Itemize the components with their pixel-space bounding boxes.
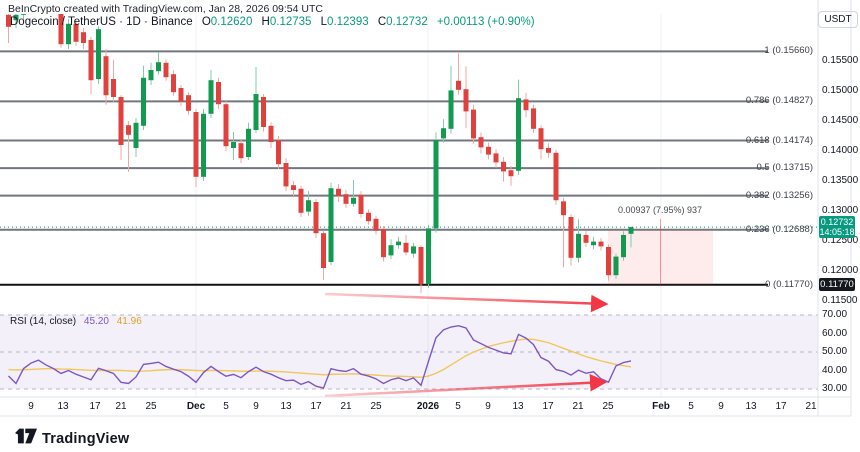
price-axis-label: 0.15000 [822,85,858,96]
rsi-legend: RSI (14, close) 45.20 41.96 [10,316,142,327]
candle-body[interactable] [81,32,86,43]
fib-label: 0.786 (0.14827) [0,95,813,106]
price-axis-label: 0.13500 [822,175,858,186]
candle-body[interactable] [171,74,176,92]
rsi-axis-label: 70.00 [822,309,847,320]
candle-body[interactable] [104,56,109,95]
time-axis-label: 25 [129,401,173,412]
tradingview-logo-icon [15,428,37,449]
candles-group [6,0,634,293]
time-axis-label: 25 [354,401,398,412]
change-value: +0.00113 (+0.90%) [437,16,535,28]
candle-body[interactable] [546,148,551,153]
current-price-value: 0.12732 [819,217,855,227]
price-axis-label: 0.12000 [822,265,858,276]
tradingview-chart-window: BeInCrypto created with TradingView.com,… [0,0,860,452]
candle-body[interactable] [321,233,326,268]
candle-body[interactable] [621,235,626,257]
high-value: 0.12735 [270,16,312,28]
price-axis-label: 0.11500 [822,295,857,306]
candle-body[interactable] [456,81,461,90]
candle-body[interactable] [614,257,619,276]
rsi-axis-label: 60.00 [822,328,847,339]
fib-label: 0.382 (0.13256) [0,190,813,201]
symbol-bar: Dogecoin / TetherUS · 1D · Binance O0.12… [10,16,535,28]
candle-body[interactable] [389,245,394,255]
candle-body[interactable] [156,62,161,71]
candle-body[interactable] [434,140,439,228]
rsi-axis-label: 40.00 [822,365,847,376]
symbol-title[interactable]: Dogecoin / TetherUS · 1D · Binance [10,16,193,28]
rsi-axis-label: 50.00 [822,346,847,357]
candle-body[interactable] [486,147,491,155]
price-axis-label: 0.13000 [822,205,858,216]
candle-body[interactable] [396,242,401,246]
tradingview-logo-text: TradingView [42,431,129,447]
candle-body[interactable] [306,200,311,211]
candle-body[interactable] [494,153,499,162]
candle-body[interactable] [411,246,416,253]
candle-body[interactable] [584,235,589,243]
candle-body[interactable] [126,125,131,135]
candle-body[interactable] [29,0,34,2]
candle-body[interactable] [111,79,116,97]
tradingview-attribution[interactable]: TradingView [15,428,129,449]
candle-body[interactable] [21,2,26,15]
price-axis-label: 0.14500 [822,115,858,126]
rsi-axis-label: 30.00 [822,383,847,394]
price-axis-label: 0.15500 [822,55,858,66]
candle-body[interactable] [606,247,611,275]
fib-label: 0.618 (0.14174) [0,135,813,146]
projection-label: 0.00937 (7.95%) 937 [590,205,730,215]
candle-body[interactable] [599,242,604,247]
price-axis-label: 0.14000 [822,145,858,156]
candle-body[interactable] [404,243,409,253]
bar-countdown: 14:05:18 [819,227,855,237]
candle-body[interactable] [51,0,56,6]
open-label: O [202,16,211,28]
current-price-badge: 0.12732 14:05:18 [819,216,855,238]
fib-label: 0.236 (0.12688) [0,224,813,235]
rsi-value: 45.20 [84,316,109,327]
currency-chip: USDT [818,11,858,28]
close-label: C [378,16,386,28]
open-value: 0.12620 [211,16,253,28]
close-value: 0.12732 [386,16,428,28]
fib-label: 0.5 (0.13715) [0,162,813,173]
candle-body[interactable] [561,201,566,215]
candle-body[interactable] [591,242,596,246]
candle-body[interactable] [366,213,371,221]
candle-body[interactable] [426,228,431,284]
candle-body[interactable] [149,70,154,80]
time-axis-label: 21 [789,401,833,412]
time-axis-label: 25 [586,401,630,412]
rsi-ma-value: 41.96 [117,316,142,327]
candle-body[interactable] [164,63,169,77]
low-value: 0.12393 [327,16,369,28]
fib-label: 0 (0.11770) [0,279,813,290]
candle-body[interactable] [531,108,536,128]
price-trend-arrow[interactable] [325,294,606,304]
fib-label: 1 (0.15660) [0,45,813,56]
high-label: H [262,16,270,28]
candle-body[interactable] [576,234,581,258]
rsi-title[interactable]: RSI (14, close) [10,316,76,327]
zero-level-badge: 0.11770 [819,278,855,291]
